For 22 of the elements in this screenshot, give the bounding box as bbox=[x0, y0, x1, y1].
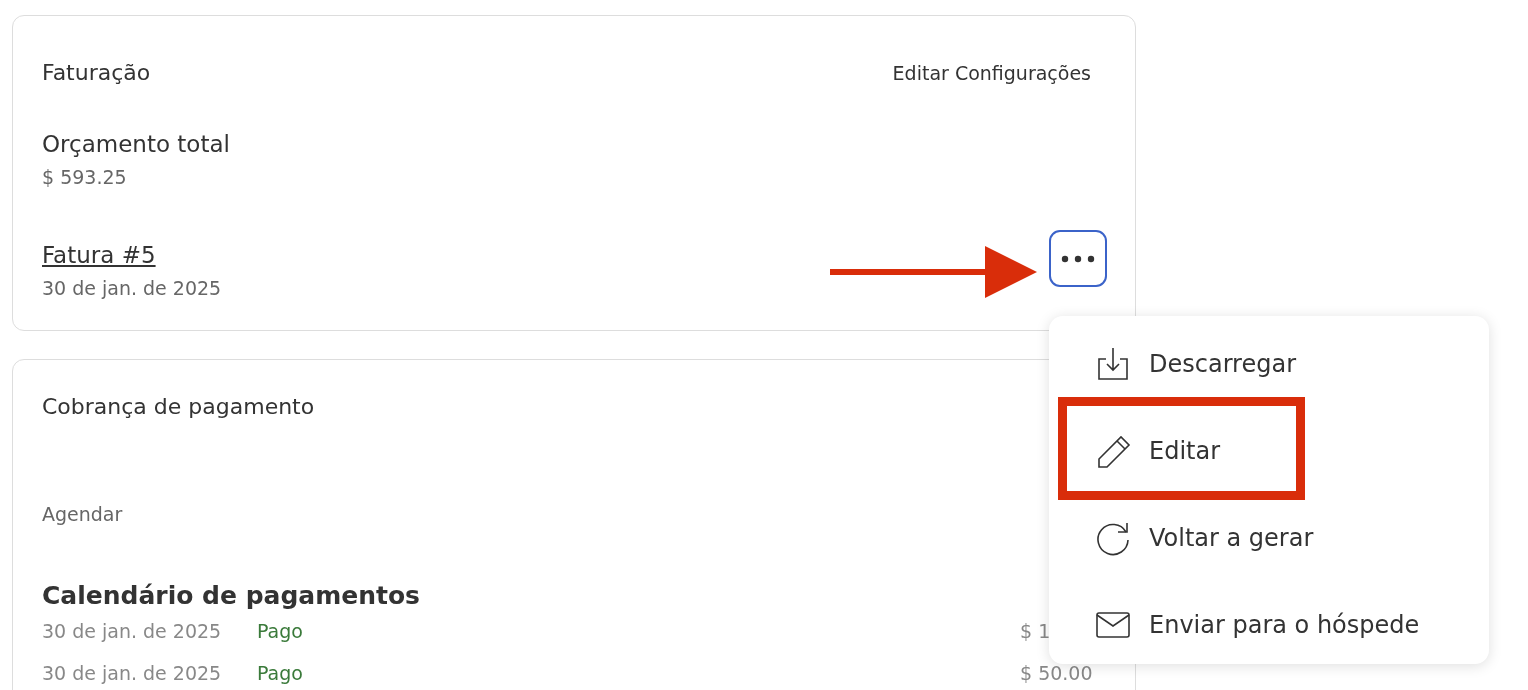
edit-settings-link[interactable]: Editar Configurações bbox=[892, 61, 1091, 84]
payment-amount: $ 1 bbox=[1020, 620, 1051, 642]
payment-date: 30 de jan. de 2025 bbox=[42, 662, 223, 684]
budget-label: Orçamento total bbox=[42, 131, 230, 157]
card-title: Cobrança de pagamento bbox=[42, 393, 315, 419]
ellipsis-icon bbox=[1061, 254, 1095, 263]
menu-item[interactable]: Descarregar bbox=[1149, 349, 1296, 378]
invoice-link[interactable]: Fatura #5 bbox=[42, 242, 156, 268]
budget-value: $ 593.25 bbox=[42, 166, 127, 188]
card-title: Faturação bbox=[42, 60, 151, 85]
calendar-title: Calendário de pagamentos bbox=[42, 581, 420, 610]
menu-item[interactable]: Editar bbox=[1149, 436, 1221, 465]
menu-item[interactable]: Enviar para o hóspede bbox=[1149, 610, 1420, 639]
payment-status: Pago bbox=[257, 620, 304, 642]
more-button[interactable] bbox=[1049, 230, 1107, 287]
menu-item[interactable]: Voltar a gerar bbox=[1149, 523, 1314, 552]
download-icon bbox=[1095, 345, 1131, 382]
payment-status: Pago bbox=[257, 662, 304, 684]
payment-date: 30 de jan. de 2025 bbox=[42, 620, 223, 642]
invoice-date: 30 de jan. de 2025 bbox=[42, 277, 222, 299]
schedule-label: Agendar bbox=[42, 503, 123, 525]
payment-amount: $ 50.00 bbox=[1020, 662, 1093, 684]
